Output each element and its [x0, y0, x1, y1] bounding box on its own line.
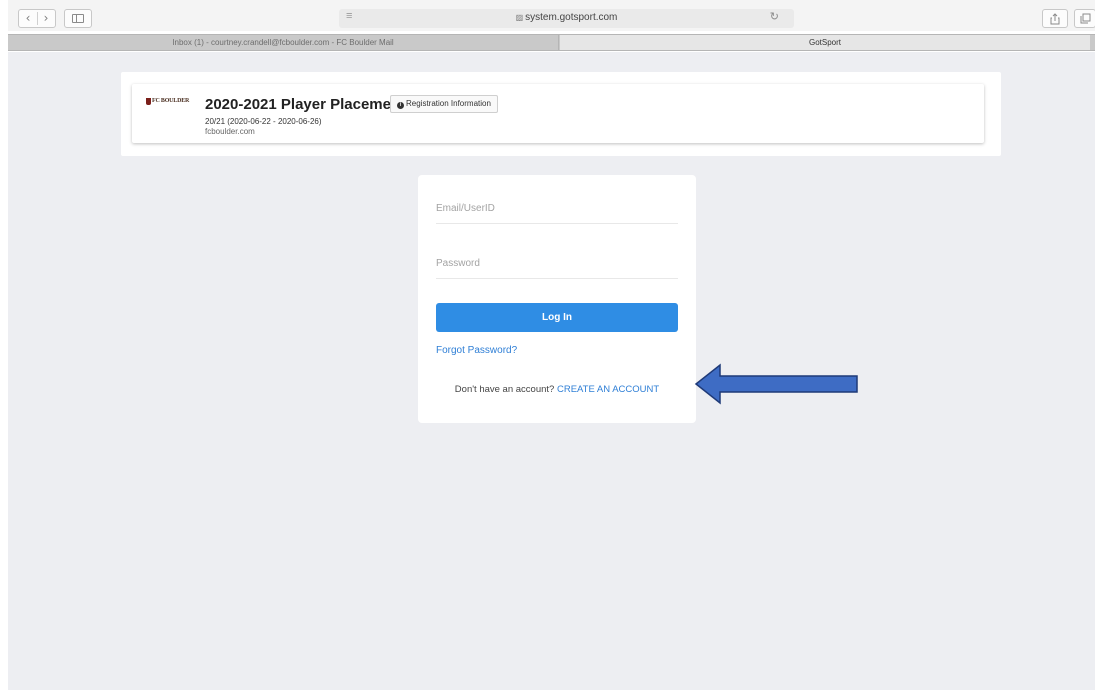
create-account-row: Don't have an account? CREATE AN ACCOUNT: [418, 384, 696, 395]
url-display: ▨ system.gotsport.com: [339, 12, 794, 23]
reload-icon[interactable]: ↻: [770, 10, 779, 23]
registration-information-button[interactable]: i Registration Information: [390, 95, 498, 113]
create-account-link[interactable]: CREATE AN ACCOUNT: [557, 384, 659, 395]
login-button[interactable]: Log In: [436, 303, 678, 332]
back-icon[interactable]: ‹: [19, 10, 37, 27]
registration-information-label: Registration Information: [406, 99, 491, 108]
event-dates: 20/21 (2020-06-22 - 2020-06-26): [205, 117, 322, 126]
share-icon: [1050, 13, 1060, 25]
tab-gotsport[interactable]: GotSport: [560, 35, 1090, 50]
event-title: 2020-2021 Player Placement: [205, 96, 406, 113]
show-tabs-button[interactable]: [1074, 9, 1095, 28]
address-bar[interactable]: ≡ ▨ system.gotsport.com ↻: [339, 9, 794, 28]
forward-icon[interactable]: ›: [37, 10, 55, 27]
share-button[interactable]: [1042, 9, 1068, 28]
lock-icon: ▨: [515, 13, 524, 22]
url-text: system.gotsport.com: [525, 12, 618, 23]
annotation-arrow: [694, 363, 858, 405]
forgot-password-link[interactable]: Forgot Password?: [436, 345, 517, 356]
event-website: fcboulder.com: [205, 127, 255, 136]
password-field[interactable]: [436, 249, 678, 279]
nav-divider: [37, 12, 38, 25]
browser-toolbar: ‹ › ≡ ▨ system.gotsport.com ↻: [8, 0, 1095, 31]
sidebar-toggle-button[interactable]: [64, 9, 92, 28]
tab-inbox[interactable]: Inbox (1) - courtney.crandell@fcboulder.…: [8, 35, 559, 50]
club-logo-text: FC BOULDER: [152, 98, 190, 104]
info-icon: i: [397, 102, 404, 109]
tabs-overview-icon: [1080, 13, 1090, 24]
back-forward-buttons: ‹ ›: [18, 9, 56, 28]
sidebar-icon: [72, 14, 84, 23]
event-header-panel: FC BOULDER 2020-2021 Player Placement iR…: [121, 72, 1001, 156]
page-content: FC BOULDER 2020-2021 Player Placement iR…: [8, 52, 1095, 690]
tab-bar: Inbox (1) - courtney.crandell@fcboulder.…: [8, 34, 1095, 51]
club-crest-icon: [146, 97, 151, 105]
club-logo: FC BOULDER: [146, 96, 189, 106]
email-field[interactable]: [436, 194, 678, 224]
event-info-card: FC BOULDER 2020-2021 Player Placement iR…: [132, 84, 984, 143]
login-form: Log In Forgot Password? Don't have an ac…: [418, 175, 696, 423]
no-account-text: Don't have an account?: [454, 384, 555, 395]
